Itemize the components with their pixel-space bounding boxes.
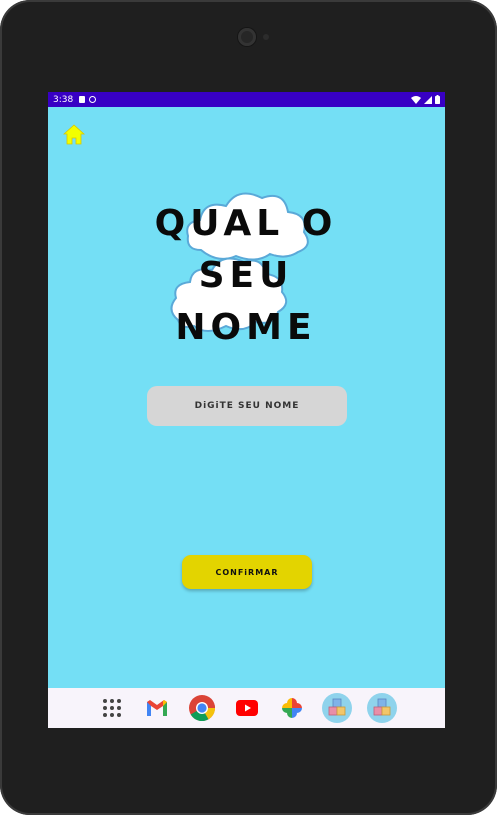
youtube-icon [235,700,258,716]
battery-icon [435,95,440,104]
dock-youtube[interactable] [232,693,262,723]
dock-photos[interactable] [277,693,307,723]
title-line-2: SEU [198,255,294,296]
dock-abc-app-2[interactable] [366,693,397,723]
abc-blocks-app-icon [321,693,352,723]
title-line-3: NOME [175,307,317,348]
app-screen: 3:38 QUAL O SEU NOME DiGiTE SEU NOME CON… [48,92,445,728]
app-dock [48,688,445,728]
sim-card-icon [79,96,86,103]
photos-icon [281,698,302,718]
tablet-frame: 3:38 QUAL O SEU NOME DiGiTE SEU NOME CON… [0,0,497,815]
chrome-icon [188,695,215,722]
app-drawer-icon [102,699,121,717]
gmail-icon [146,700,167,716]
proximity-sensor [263,34,269,40]
title-line-1: QUAL O [154,203,338,244]
dock-abc-app-1[interactable] [321,693,352,723]
front-camera [238,28,256,46]
confirm-button[interactable]: CONFiRMAR [182,555,312,589]
dock-gmail[interactable] [142,693,172,723]
dock-chrome[interactable] [187,693,217,723]
wifi-icon [411,95,421,104]
cell-signal-icon [424,95,432,104]
name-input[interactable]: DiGiTE SEU NOME [147,386,347,426]
status-time: 3:38 [53,94,74,105]
home-button[interactable] [62,124,86,146]
abc-blocks-app-icon [366,693,397,723]
page-title: QUAL O SEU NOME [146,198,346,354]
status-bar: 3:38 [48,92,445,107]
media-icon [89,96,97,103]
home-icon [62,124,86,145]
dock-app-drawer[interactable] [97,693,127,723]
